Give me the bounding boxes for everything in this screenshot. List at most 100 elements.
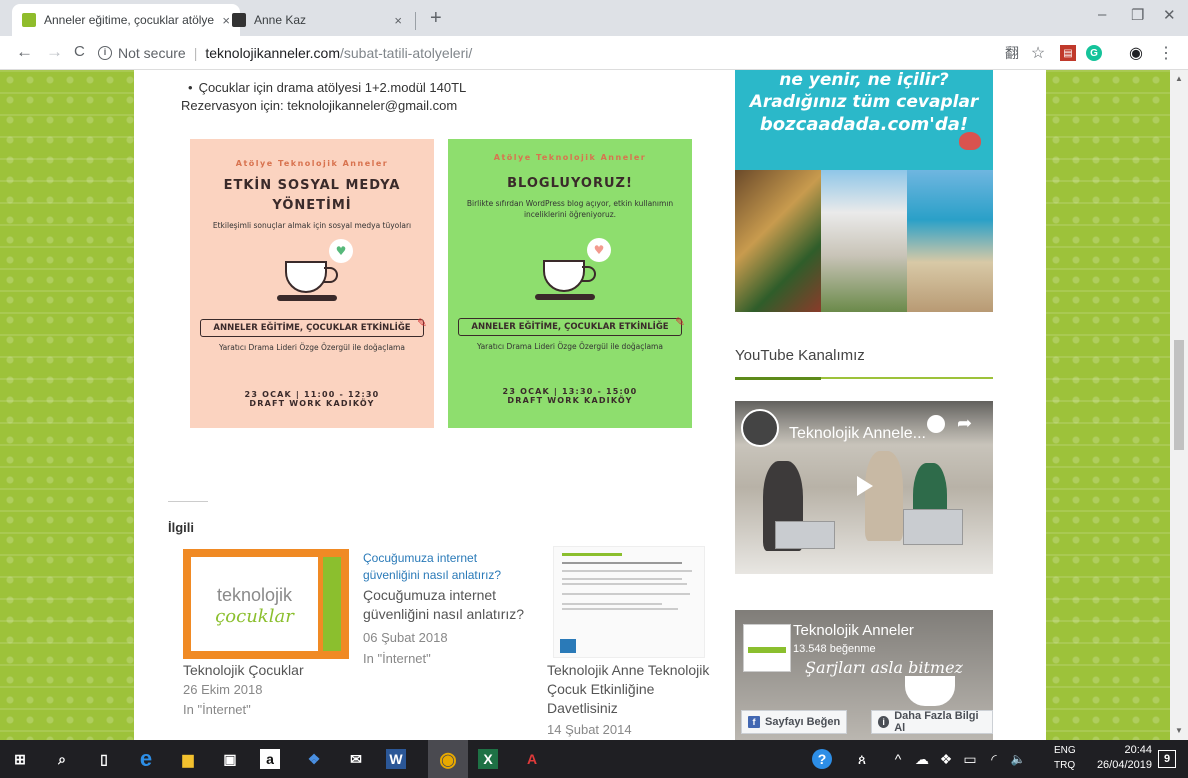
related-title-line: Teknolojik Anne Teknolojik [547,662,710,678]
scroll-up-arrow[interactable]: ▲ [1175,74,1183,83]
windows-taskbar: ⊞ ⌕ ▯ e ▆ ▣ a ❖ ✉ W ◉ X A ? ጰ ^ ☁ ❖ ▭ ◜ … [0,740,1188,778]
ad-photo-house [821,170,907,312]
scroll-down-arrow[interactable]: ▼ [1175,726,1183,735]
edge-icon[interactable]: e [134,746,158,771]
cover-cup [905,676,955,706]
like-page-label: Sayfayı Beğen [765,716,841,728]
reservation-text: Rezervasyon için: teknolojikanneler@gmai… [181,98,458,113]
onedrive-icon[interactable]: ☁ [910,747,934,771]
coffee-cup-icon: ♥ [267,239,357,309]
related-date: 14 Şubat 2014 [547,722,632,737]
heart-bubble-icon: ♥ [587,238,611,262]
tab-separator [415,12,416,30]
site-info-icon[interactable]: i [98,46,112,60]
close-window-button[interactable]: ✕ [1163,6,1176,24]
pdf-extension-icon[interactable]: ▤ [1060,45,1076,61]
related-thumbnail[interactable] [553,546,705,658]
address-separator: | [193,45,198,61]
page-scrollbar[interactable]: ▲ ▼ [1170,70,1188,740]
minimize-button[interactable]: – [1098,6,1106,23]
video-title[interactable]: Teknolojik Annele... [789,425,926,443]
account-icon[interactable]: ◉ [1128,45,1144,62]
video-laptop [775,521,835,549]
watch-later-icon[interactable] [927,415,945,433]
restore-button[interactable]: ❐ [1131,6,1144,24]
dropbox-icon[interactable]: ❖ [302,747,326,771]
back-button[interactable]: ← [16,42,33,62]
volume-icon[interactable]: 🔈 [1006,747,1030,771]
grammarly-extension-icon[interactable]: G [1086,45,1102,61]
new-tab-button[interactable]: + [430,8,442,28]
word-icon[interactable]: W [386,749,406,769]
related-title-link[interactable]: Teknolojik Çocuklar [183,661,304,680]
file-explorer-icon[interactable]: ▆ [176,747,200,771]
address-bar[interactable]: i Not secure | teknolojikanneler.com /su… [98,40,988,66]
facebook-page-name[interactable]: Teknolojik Anneler [793,622,914,639]
poster-title-line: YÖNETİMİ [272,198,352,213]
poster-banner: ANNELER EĞİTİME, ÇOCUKLAR ETKİNLİĞE ✎ [200,316,427,337]
poster-date: 23 OCAK | 13:30 - 15:00 [502,387,638,396]
thumb-text: teknolojik [216,585,293,605]
translate-icon[interactable]: 翻 [1004,45,1020,61]
broken-image-alt[interactable]: Çocuğumuza internet güvenliğini nasıl an… [363,550,523,584]
scroll-thumb[interactable] [1174,340,1184,450]
start-button[interactable]: ⊞ [8,747,32,771]
bookmark-star-icon[interactable]: ☆ [1030,45,1046,62]
widget-divider-accent [735,377,821,380]
pencil-icon: ✎ [416,316,427,330]
bozcaada-ad[interactable]: ne yenir, ne içilir? Aradığınız tüm ceva… [735,70,993,170]
amazon-icon[interactable]: a [260,749,280,769]
browser-menu-icon[interactable]: ⋮ [1158,45,1174,62]
tab-anne-kaz[interactable]: Anne Kaz × [222,4,412,36]
excel-icon[interactable]: X [478,749,498,769]
ad-photo-beach [907,170,993,312]
reload-button[interactable]: C [74,43,85,60]
close-tab-icon[interactable]: × [394,13,402,28]
wifi-icon[interactable]: ◜ [982,747,1006,771]
tray-chevron-icon[interactable]: ^ [886,747,910,771]
people-icon[interactable]: ጰ [850,747,874,771]
poster-banner-text: ANNELER EĞİTİME, ÇOCUKLAR ETKİNLİĞE [471,322,669,332]
related-thumbnail[interactable]: teknolojik çocuklar [183,549,349,659]
poster-social-media[interactable]: Atölye Teknolojik Anneler ETKİN SOSYAL M… [190,139,434,428]
youtube-embed[interactable]: Teknolojik Annele... ➦ [735,401,993,574]
forward-button[interactable]: → [46,42,63,62]
bird-icon [959,132,981,150]
background-pattern-right [1046,70,1170,740]
tab-anneler-egitime[interactable]: Anneler eğitime, çocuklar atölye × [12,4,240,36]
facebook-likes-count: 13.548 beğenme [793,643,876,655]
poster-leader: Yaratıcı Drama Lideri Özge Özergül ile d… [477,342,663,351]
task-view-icon[interactable]: ▯ [92,747,116,771]
clock-date: 26/04/2019 [1096,759,1152,771]
search-icon[interactable]: ⌕ [50,747,74,771]
poster-subtitle: Etkileşimli sonuçlar almak için sosyal m… [212,221,412,230]
tray-dropbox-icon[interactable]: ❖ [934,747,958,771]
poster-blogging[interactable]: Atölye Teknolojik Anneler BLOGLUYORUZ! B… [448,139,692,428]
play-icon[interactable] [844,469,886,503]
acrobat-icon[interactable]: A [520,747,544,771]
notifications-icon[interactable]: 9 [1158,750,1176,768]
background-pattern-left [0,70,134,740]
browser-toolbar: ← → C i Not secure | teknolojikanneler.c… [0,36,1188,70]
channel-avatar[interactable] [741,409,779,447]
facebook-page-widget[interactable]: Teknolojik Anneler 13.548 beğenme Şarjla… [735,610,993,740]
chrome-icon[interactable]: ◉ [428,740,468,778]
learn-more-button[interactable]: i Daha Fazla Bilgi Al [871,710,993,734]
battery-icon[interactable]: ▭ [958,747,982,771]
related-title-link[interactable]: Teknolojik Anne Teknolojik Çocuk Etkinli… [547,661,727,718]
mail-icon[interactable]: ✉ [344,747,368,771]
poster-title: BLOGLUYORUZ! [448,174,692,194]
poster-eyebrow: Atölye Teknolojik Anneler [235,159,389,168]
store-icon[interactable]: ▣ [218,747,242,771]
help-icon[interactable]: ? [812,749,832,769]
poster-date: 23 OCAK | 11:00 - 12:30 [244,390,380,399]
page-logo[interactable] [743,624,791,672]
share-icon[interactable]: ➦ [957,413,972,434]
poster-subtitle: Birlikte sıfırdan WordPress blog açıyor,… [466,199,674,219]
tab-strip: Anneler eğitime, çocuklar atölye × Anne … [0,0,1188,36]
system-clock[interactable]: 20:44 26/04/2019 [1072,743,1152,773]
related-title-link[interactable]: Çocuğumuza internet güvenliğini nasıl an… [363,586,553,624]
ad-photo-strip[interactable] [735,170,993,312]
like-page-button[interactable]: f Sayfayı Beğen [741,710,848,734]
ad-photo-food [735,170,821,312]
